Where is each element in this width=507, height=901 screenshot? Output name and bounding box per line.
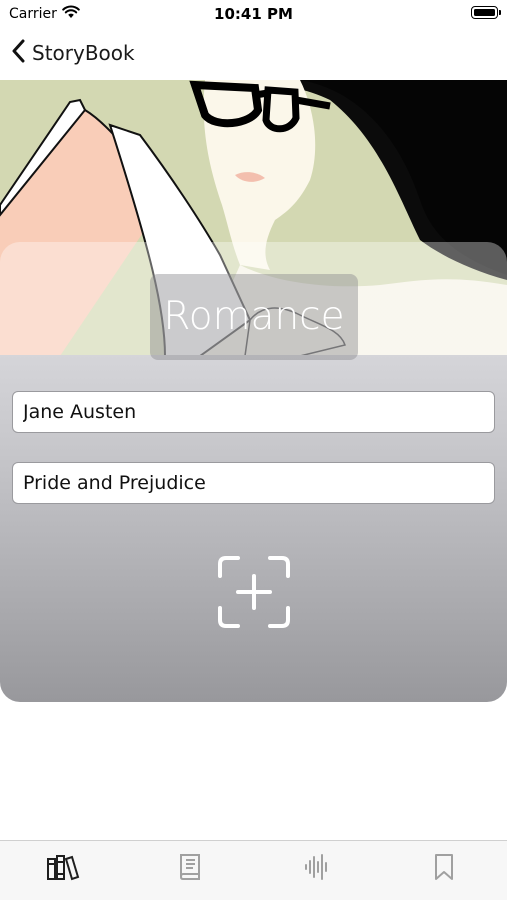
back-button[interactable]: StoryBook — [12, 38, 135, 68]
tab-audio[interactable] — [254, 841, 380, 901]
book-icon — [177, 853, 203, 888]
library-icon — [46, 853, 80, 886]
bookmark-icon — [434, 853, 454, 886]
author-field[interactable] — [12, 391, 495, 433]
tab-bar — [0, 840, 507, 900]
genre-title: Romance — [150, 274, 358, 360]
back-button-label: StoryBook — [32, 41, 135, 65]
chevron-left-icon — [12, 39, 26, 68]
add-photo-button[interactable] — [216, 554, 292, 630]
status-bar: Carrier 10:41 PM — [0, 0, 507, 28]
tab-library[interactable] — [0, 841, 126, 901]
battery-icon — [471, 6, 501, 19]
add-photo-icon — [216, 556, 292, 634]
tab-books[interactable] — [127, 841, 253, 901]
book-title-field[interactable] — [12, 462, 495, 504]
tab-bookmarks[interactable] — [381, 841, 507, 901]
clock: 10:41 PM — [214, 5, 293, 23]
navigation-bar: StoryBook — [0, 28, 507, 80]
waveform-icon — [304, 853, 330, 886]
